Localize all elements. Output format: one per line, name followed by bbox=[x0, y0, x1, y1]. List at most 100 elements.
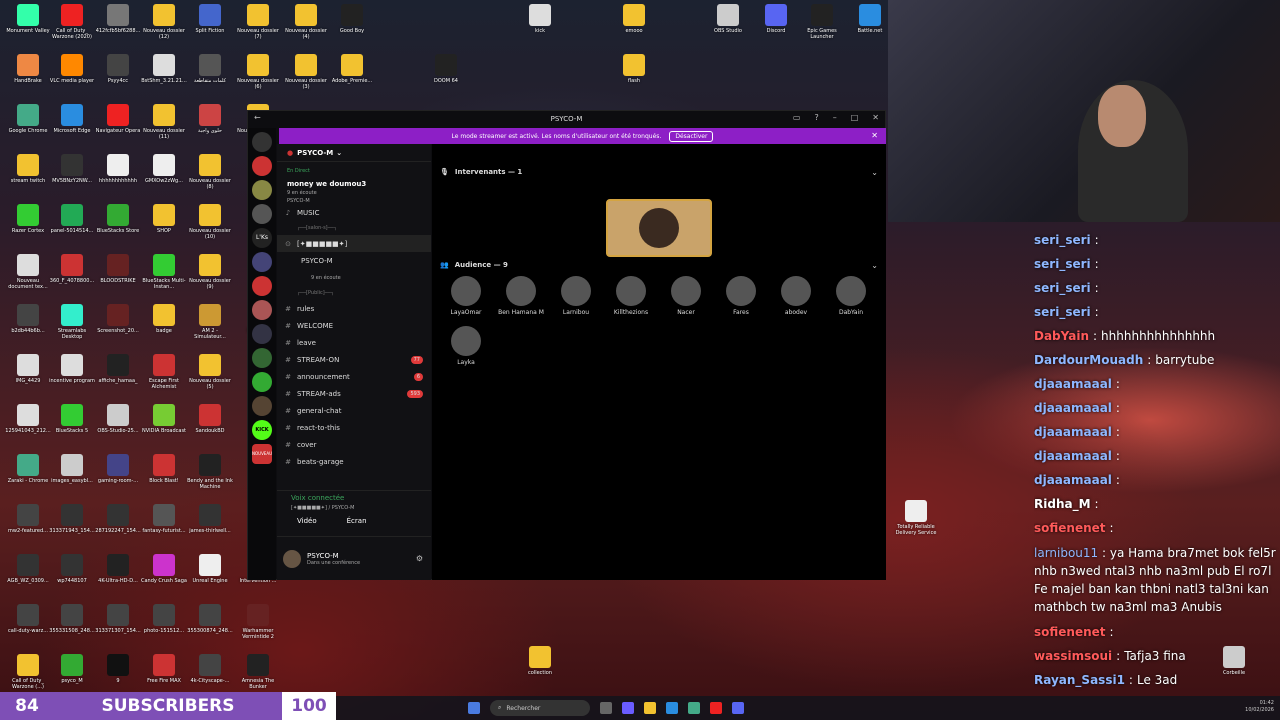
category-public[interactable]: ┌──[Public]──┐ bbox=[277, 286, 431, 300]
desktop-icon[interactable]: hhhhhhhhhhhh bbox=[94, 154, 142, 184]
desktop-icon[interactable]: Candy Crush Saga bbox=[140, 554, 188, 584]
channel-item[interactable]: # beats-garage bbox=[277, 453, 431, 470]
search-box[interactable]: ⌕ Rechercher bbox=[490, 700, 590, 716]
desktop-icon[interactable]: wp7448107 bbox=[48, 554, 96, 584]
desktop-icon[interactable]: flash bbox=[610, 54, 658, 84]
desktop-icon[interactable]: Nouveau dossier (8) bbox=[186, 154, 234, 190]
desktop-icon[interactable]: 313371307_154... bbox=[94, 604, 142, 634]
desktop-icon[interactable]: Good Boy bbox=[328, 4, 376, 34]
desktop-icon[interactable]: 287192247_154... bbox=[94, 504, 142, 534]
settings-icon[interactable]: ⚙ bbox=[416, 554, 423, 563]
home-icon[interactable] bbox=[252, 132, 272, 152]
desktop-icon[interactable]: Nouveau document tex... bbox=[4, 254, 52, 290]
desktop-icon[interactable]: emooo bbox=[610, 4, 658, 34]
desktop-icon[interactable]: Unreal Engine bbox=[186, 554, 234, 584]
desktop-icon[interactable]: 355331508_248... bbox=[48, 604, 96, 634]
desktop-icon[interactable]: fantasy-futurist... bbox=[140, 504, 188, 534]
desktop-icon[interactable]: affiche_hamaa_ bbox=[94, 354, 142, 384]
channel-item[interactable]: # STREAM-ads 593 bbox=[277, 385, 431, 402]
audience-member[interactable]: abodev bbox=[768, 276, 824, 316]
audience-member[interactable]: Layka bbox=[438, 326, 494, 366]
desktop-icon[interactable]: BLOODSTRIKE bbox=[94, 254, 142, 284]
explorer-icon[interactable] bbox=[644, 702, 656, 714]
speaker-tile[interactable] bbox=[606, 199, 712, 257]
close-icon[interactable]: ✕ bbox=[872, 113, 879, 122]
audience-header[interactable]: 👥 Audience — 9 bbox=[440, 261, 508, 269]
clock[interactable]: 01:42 10/02/2026 bbox=[1245, 700, 1274, 714]
server-header[interactable]: ● PSYCO-M ⌄ bbox=[277, 144, 431, 162]
desktop-icon[interactable]: SandoukBD bbox=[186, 404, 234, 434]
speakers-header[interactable]: 🎙 Intervenants — 1 bbox=[440, 168, 522, 176]
desktop-icon[interactable]: stream twitch bbox=[4, 154, 52, 184]
desktop-icon[interactable]: NVIDIA Broadcast bbox=[140, 404, 188, 434]
chrome-icon[interactable] bbox=[688, 702, 700, 714]
desktop-icon[interactable]: Amnesia The Bunker bbox=[234, 654, 282, 690]
server-icon[interactable] bbox=[252, 204, 272, 224]
help-icon[interactable]: ? bbox=[814, 113, 818, 122]
desktop-icon[interactable]: Nouveau dossier (11) bbox=[140, 104, 188, 140]
desktop-icon[interactable]: Google Chrome bbox=[4, 104, 52, 134]
channel-item[interactable]: # general-chat bbox=[277, 402, 431, 419]
voice-user[interactable]: PSYCO-M bbox=[277, 252, 431, 269]
desktop-icon[interactable]: 9 bbox=[94, 654, 142, 684]
desktop-icon[interactable]: 125941043_212... bbox=[4, 404, 52, 434]
desktop-icon[interactable]: Bendy and the Ink Machine bbox=[186, 454, 234, 490]
desktop-icon[interactable]: 355300874_248... bbox=[186, 604, 234, 634]
avatar[interactable] bbox=[283, 549, 301, 568]
desktop-icon[interactable]: GMXOw2zWg... bbox=[140, 154, 188, 184]
desktop-icon[interactable]: psyco_M bbox=[48, 654, 96, 684]
desktop-icon[interactable]: Nouveau dossier (4) bbox=[282, 4, 330, 40]
desktop-icon[interactable]: mw2-featured... bbox=[4, 504, 52, 534]
audience-member[interactable]: Ben Hamana M bbox=[493, 276, 549, 316]
desktop-icon[interactable]: Free Fire MAX bbox=[140, 654, 188, 684]
desktop-icon[interactable]: HandBrake bbox=[4, 54, 52, 84]
desktop-icon[interactable]: Nouveau dossier (6) bbox=[234, 54, 282, 90]
edge-icon[interactable] bbox=[666, 702, 678, 714]
desktop-icon[interactable]: Streamlabs Desktop bbox=[48, 304, 96, 340]
desktop-icon[interactable]: Block Blast! bbox=[140, 454, 188, 484]
desktop-icon[interactable]: 4k-Cityscape-... bbox=[186, 654, 234, 684]
desktop-icon[interactable]: MV5BNzY2NW... bbox=[48, 154, 96, 184]
desktop-icon[interactable]: Navigateur Opera bbox=[94, 104, 142, 134]
task-view-icon[interactable] bbox=[600, 702, 612, 714]
desktop-icon[interactable]: Psyy4cc bbox=[94, 54, 142, 84]
desktop-icon[interactable]: AGB_WZ_0309... bbox=[4, 554, 52, 584]
close-banner-icon[interactable]: ✕ bbox=[871, 131, 878, 140]
audience-member[interactable]: Fares bbox=[713, 276, 769, 316]
server-icon[interactable] bbox=[252, 156, 272, 176]
desktop-icon[interactable]: incentive program bbox=[48, 354, 96, 384]
server-icon[interactable] bbox=[252, 372, 272, 392]
audience-member[interactable]: Larnibou bbox=[548, 276, 604, 316]
server-icon[interactable] bbox=[252, 348, 272, 368]
audience-member[interactable]: DabYain bbox=[823, 276, 879, 316]
desktop-icon[interactable]: Razer Cortex bbox=[4, 204, 52, 234]
desktop-icon[interactable]: 4K-Ultra-HD-D... bbox=[94, 554, 142, 584]
desktop-icon[interactable]: 360_F_4078800... bbox=[48, 254, 96, 284]
server-icon[interactable] bbox=[252, 276, 272, 296]
desktop-icon[interactable]: BlueStacks Multi-Instan... bbox=[140, 254, 188, 290]
desktop-icon[interactable]: images_easybl... bbox=[48, 454, 96, 484]
desktop-icon[interactable]: call-duty-warz... bbox=[4, 604, 52, 634]
back-icon[interactable]: ← bbox=[254, 113, 261, 122]
desktop-icon[interactable]: BlueStacks Store bbox=[94, 204, 142, 234]
voice-channel[interactable]: ⊙ [✦■■■■■✦] bbox=[277, 235, 431, 252]
audience-member[interactable]: Killthezions bbox=[603, 276, 659, 316]
desktop-icon[interactable]: Escape First Alchemist bbox=[140, 354, 188, 390]
desktop-icon[interactable]: Discord bbox=[752, 4, 800, 34]
desktop-icon[interactable]: OBS-Studio-25... bbox=[94, 404, 142, 434]
desktop-icon[interactable]: DOOM 64 bbox=[422, 54, 470, 84]
discord-icon[interactable] bbox=[732, 702, 744, 714]
desktop-icon[interactable]: Call of Duty_ Warzone (2020) bbox=[48, 4, 96, 40]
audience-member[interactable]: Nacer bbox=[658, 276, 714, 316]
channel-item[interactable]: # announcement 6 bbox=[277, 368, 431, 385]
desktop-icon[interactable]: gaming-room-... bbox=[94, 454, 142, 484]
desktop-icon[interactable]: Nouveau dossier (7) bbox=[234, 4, 282, 40]
server-icon[interactable] bbox=[252, 396, 272, 416]
chevron-down-icon[interactable]: ⌄ bbox=[871, 261, 878, 270]
desktop-icon[interactable]: 412fcfb5bf6288... bbox=[94, 4, 142, 34]
channel-item[interactable]: # WELCOME bbox=[277, 317, 431, 334]
desktop-icon[interactable]: كلمات متقاطعة bbox=[186, 54, 234, 84]
server-icon[interactable] bbox=[252, 252, 272, 272]
desktop-icon[interactable]: Monument Valley bbox=[4, 4, 52, 34]
desktop-icon[interactable]: OBS Studio bbox=[704, 4, 752, 34]
